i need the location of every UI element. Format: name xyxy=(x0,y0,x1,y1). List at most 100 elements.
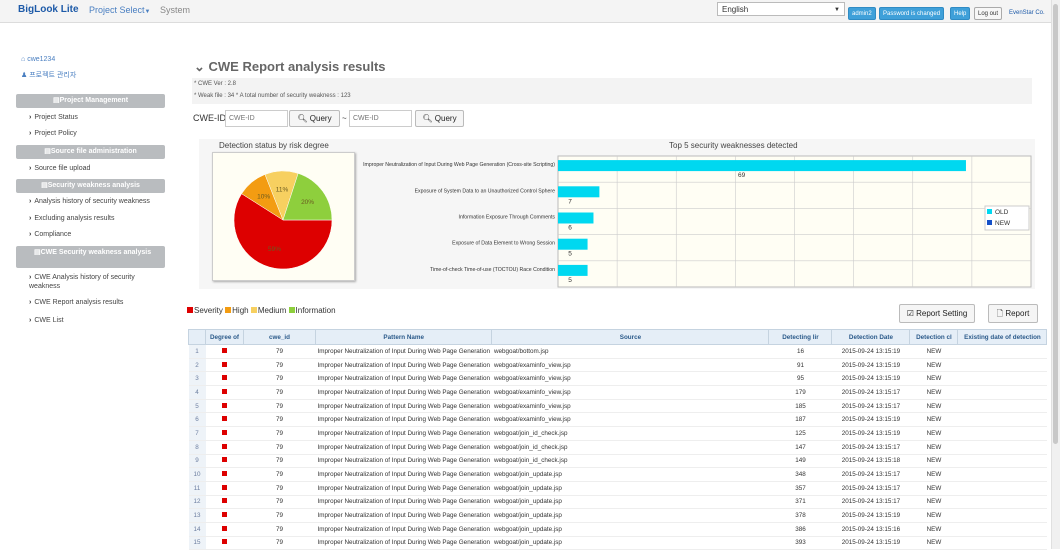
legend-high: High xyxy=(232,306,249,315)
bar-old[interactable] xyxy=(558,212,594,224)
table-row[interactable]: 10 79 Improper Neutralization of Input Dur… xyxy=(188,467,1047,482)
page-scrollbar[interactable] xyxy=(1051,0,1060,549)
bar-chart-title: Top 5 security weaknesses detected xyxy=(669,141,798,150)
row-number: 11 xyxy=(188,481,206,496)
cell-pattern-name: Improper Neutralization of Input During … xyxy=(315,481,492,496)
severity-indicator xyxy=(205,454,244,469)
table-row[interactable]: 5 79 Improper Neutralization of Input Duri… xyxy=(188,399,1047,414)
cell-source: webgoat/join_id_check.jsp xyxy=(491,440,769,455)
cell-detection-date: 2015-09-24 13:15:19 xyxy=(831,426,910,441)
bar-data-label: 7 xyxy=(568,198,572,205)
project-select-menu[interactable]: Project Select▼ xyxy=(89,5,150,15)
pie-slice-label: 11% xyxy=(276,187,289,194)
chevron-right-icon: › xyxy=(29,299,32,306)
sidebar-item-label: CWE List xyxy=(34,317,64,324)
sidebar-item-source-upload[interactable]: › Source file upload xyxy=(29,165,90,172)
cell-detection-date: 2015-09-24 13:15:18 xyxy=(831,454,910,469)
bar-category-label: Exposure of Data Element to Wrong Sessio… xyxy=(452,241,555,247)
information-swatch xyxy=(288,307,295,313)
settings-icon: ☑ xyxy=(906,309,917,318)
chevron-right-icon: › xyxy=(29,231,32,238)
cell-existing-date xyxy=(957,371,1047,387)
header-detecting-line[interactable]: Detecting lir xyxy=(768,329,833,345)
pie-slice-label: 20% xyxy=(301,199,314,206)
table-row[interactable]: 15 79 Improper Neutralization of Input Dur… xyxy=(188,536,1047,550)
header-existing-date[interactable]: Existing date of detection xyxy=(957,329,1048,345)
sidebar-item-excluding-results[interactable]: › Excluding analysis results xyxy=(29,215,115,222)
table-row[interactable]: 1 79 Improper Neutralization of Input Duri… xyxy=(188,344,1047,359)
cell-cwe-id: 79 xyxy=(243,481,316,496)
table-row[interactable]: 14 79 Improper Neutralization of Input Dur… xyxy=(188,522,1047,537)
header-degree[interactable]: Degree of xyxy=(205,329,244,345)
system-menu[interactable]: System xyxy=(160,5,190,15)
severity-indicator xyxy=(205,371,244,387)
cell-detecting-line: 91 xyxy=(768,358,832,373)
table-row[interactable]: 6 79 Improper Neutralization of Input Duri… xyxy=(188,412,1047,428)
sidebar-item-analysis-history[interactable]: › Analysis history of security weakness xyxy=(29,198,150,205)
table-row[interactable]: 12 79 Improper Neutralization of Input Dur… xyxy=(188,495,1047,510)
table-row[interactable]: 8 79 Improper Neutralization of Input Duri… xyxy=(188,440,1047,455)
header-row-number xyxy=(188,329,206,345)
report-button[interactable]: 🗋 Report xyxy=(988,304,1038,323)
table-row[interactable]: 7 79 Improper Neutralization of Input Duri… xyxy=(188,426,1047,441)
sidebar-header-project-management[interactable]: ▤Project Management xyxy=(16,94,165,108)
cwe-id-to-input[interactable] xyxy=(349,110,412,127)
cell-detection-date: 2015-09-24 13:15:16 xyxy=(831,522,910,537)
pie-slice-label: 59% xyxy=(268,246,281,253)
table-row[interactable]: 3 79 Improper Neutralization of Input Duri… xyxy=(188,371,1047,387)
cell-existing-date xyxy=(957,440,1047,455)
query-button-2[interactable]: 🔍︎ Query xyxy=(415,110,464,127)
company-name: EvenStar Co. xyxy=(1009,10,1045,16)
brand-logo[interactable]: BigLook Lite xyxy=(18,4,79,15)
row-number: 8 xyxy=(188,440,206,455)
bar-chart: Improper Neutralization of Input During … xyxy=(363,155,1032,288)
table-row[interactable]: 2 79 Improper Neutralization of Input Duri… xyxy=(188,358,1047,373)
logout-button[interactable]: Log out xyxy=(974,7,1003,20)
header-pattern-name[interactable]: Pattern Name xyxy=(314,329,493,345)
sidebar-item-cwe-report[interactable]: › CWE Report analysis results xyxy=(29,299,123,306)
query-button[interactable]: 🔍︎ Query xyxy=(289,110,340,127)
header-detection-class[interactable]: Detection cl xyxy=(909,329,959,345)
chevron-down-icon[interactable]: ⌄ xyxy=(194,59,209,74)
cwe-id-from-input[interactable] xyxy=(225,110,288,127)
sidebar-item-label: Source file upload xyxy=(34,165,91,172)
cell-detection-class: NEW xyxy=(909,481,958,496)
table-row[interactable]: 11 79 Improper Neutralization of Input Dur… xyxy=(188,481,1047,496)
bar-old[interactable] xyxy=(558,186,600,198)
password-changed-button[interactable]: Password is changed xyxy=(879,7,945,20)
help-button[interactable]: Help xyxy=(950,7,971,20)
table-row[interactable]: 4 79 Improper Neutralization of Input Duri… xyxy=(188,385,1047,400)
sidebar-item-cwe-list[interactable]: › CWE List xyxy=(29,317,64,324)
sidebar-header-label: CWE Security weakness analysis xyxy=(40,249,152,256)
cell-pattern-name: Improper Neutralization of Input During … xyxy=(315,495,492,510)
table-row[interactable]: 13 79 Improper Neutralization of Input Dur… xyxy=(188,508,1047,523)
bar-old[interactable] xyxy=(558,160,966,172)
bar-old[interactable] xyxy=(558,264,588,276)
table-row[interactable]: 9 79 Improper Neutralization of Input Duri… xyxy=(188,454,1047,469)
cell-detection-class: NEW xyxy=(909,522,958,537)
cell-detection-class: NEW xyxy=(909,508,958,523)
sidebar-item-cwe-history[interactable]: › CWE Analysis history of security weakne… xyxy=(29,273,159,291)
sidebar-header-label: Source file administration xyxy=(50,148,137,155)
header-detection-date[interactable]: Detection Date xyxy=(831,329,911,345)
bar-old[interactable] xyxy=(558,238,588,250)
sidebar-header-security-weakness[interactable]: ▤Security weakness analysis xyxy=(16,179,165,193)
sidebar-item-project-status[interactable]: › Project Status xyxy=(29,114,78,121)
cell-source: webgoat/join_id_check.jsp xyxy=(491,426,769,441)
header-source[interactable]: Source xyxy=(491,329,770,345)
sidebar-header-cwe-analysis[interactable]: ▤CWE Security weakness analysis xyxy=(16,246,165,268)
sidebar-item-compliance[interactable]: › Compliance xyxy=(29,231,71,238)
cell-detection-class: NEW xyxy=(909,426,958,441)
cell-pattern-name: Improper Neutralization of Input During … xyxy=(315,399,492,414)
cell-detecting-line: 179 xyxy=(768,385,832,400)
admin-button[interactable]: admin2 xyxy=(848,7,876,20)
cell-detecting-line: 371 xyxy=(768,495,832,510)
header-cwe-id[interactable]: cwe_id xyxy=(243,329,316,345)
severity-indicator xyxy=(205,508,244,523)
sidebar-header-source-file[interactable]: ▤Source file administration xyxy=(16,145,165,159)
sidebar-item-project-policy[interactable]: › Project Policy xyxy=(29,130,77,137)
scrollbar-thumb[interactable] xyxy=(1053,4,1058,444)
report-setting-button[interactable]: ☑ Report Setting xyxy=(899,304,975,323)
cell-detection-class: NEW xyxy=(909,399,958,414)
language-select[interactable]: English ▼ xyxy=(717,2,845,16)
